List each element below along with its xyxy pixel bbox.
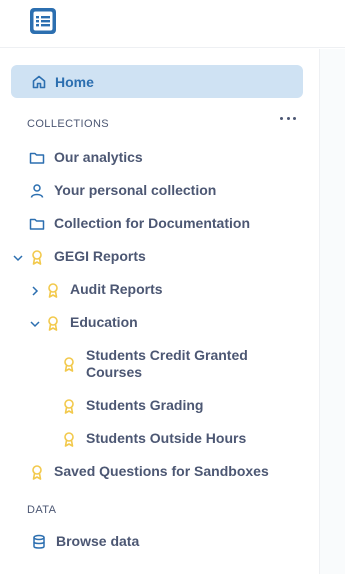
collection-students-credit-granted-courses[interactable]: Students Credit Granted Courses: [61, 347, 261, 381]
collections-heading: COLLECTIONS: [27, 118, 110, 130]
browse-data-label: Browse data: [56, 533, 140, 549]
collection-saved-questions-sandboxes[interactable]: Saved Questions for Sandboxes: [29, 463, 269, 480]
sidebar-toggle-icon[interactable]: [28, 6, 58, 36]
browse-data-link[interactable]: Browse data: [31, 533, 139, 550]
collections-more-options-icon[interactable]: [280, 112, 296, 124]
collection-label: Education: [70, 314, 138, 330]
database-icon: [31, 534, 47, 550]
badge-icon: [61, 356, 77, 372]
badge-icon: [29, 249, 45, 265]
collection-label: Audit Reports: [70, 281, 163, 297]
main-content-area: [320, 49, 345, 574]
chevron-down-icon[interactable]: [29, 318, 41, 330]
home-icon: [32, 75, 46, 88]
collection-our-analytics[interactable]: Our analytics: [29, 149, 143, 166]
collection-label: Our analytics: [54, 149, 143, 165]
data-heading: DATA: [27, 504, 57, 516]
person-icon: [29, 183, 45, 199]
collection-label: Collection for Documentation: [54, 215, 250, 231]
collection-education[interactable]: Education: [45, 314, 138, 331]
collection-students-grading[interactable]: Students Grading: [61, 397, 203, 414]
badge-icon: [61, 398, 77, 414]
collection-label: Students Credit Granted Courses: [86, 347, 248, 380]
badge-icon: [29, 464, 45, 480]
collection-documentation[interactable]: Collection for Documentation: [29, 215, 250, 232]
collection-personal[interactable]: Your personal collection: [29, 182, 216, 199]
folder-icon: [29, 216, 45, 232]
home-link[interactable]: Home: [11, 65, 303, 98]
badge-icon: [45, 282, 61, 298]
collection-students-outside-hours[interactable]: Students Outside Hours: [61, 430, 246, 447]
folder-icon: [29, 150, 45, 166]
collection-audit-reports[interactable]: Audit Reports: [45, 281, 163, 298]
chevron-right-icon[interactable]: [29, 285, 41, 297]
collection-gegi-reports[interactable]: GEGI Reports: [29, 248, 146, 265]
collection-label: Students Grading: [86, 397, 204, 413]
chevron-down-icon[interactable]: [12, 252, 24, 264]
badge-icon: [45, 315, 61, 331]
top-bar: [0, 0, 345, 48]
collection-label: Your personal collection: [54, 182, 217, 198]
navigation-sidebar: Home COLLECTIONS Our analytics Your pers…: [0, 49, 320, 574]
collection-label: Saved Questions for Sandboxes: [54, 463, 269, 479]
collection-label: Students Outside Hours: [86, 430, 247, 446]
home-label: Home: [55, 73, 94, 90]
badge-icon: [61, 431, 77, 447]
collection-label: GEGI Reports: [54, 248, 146, 264]
